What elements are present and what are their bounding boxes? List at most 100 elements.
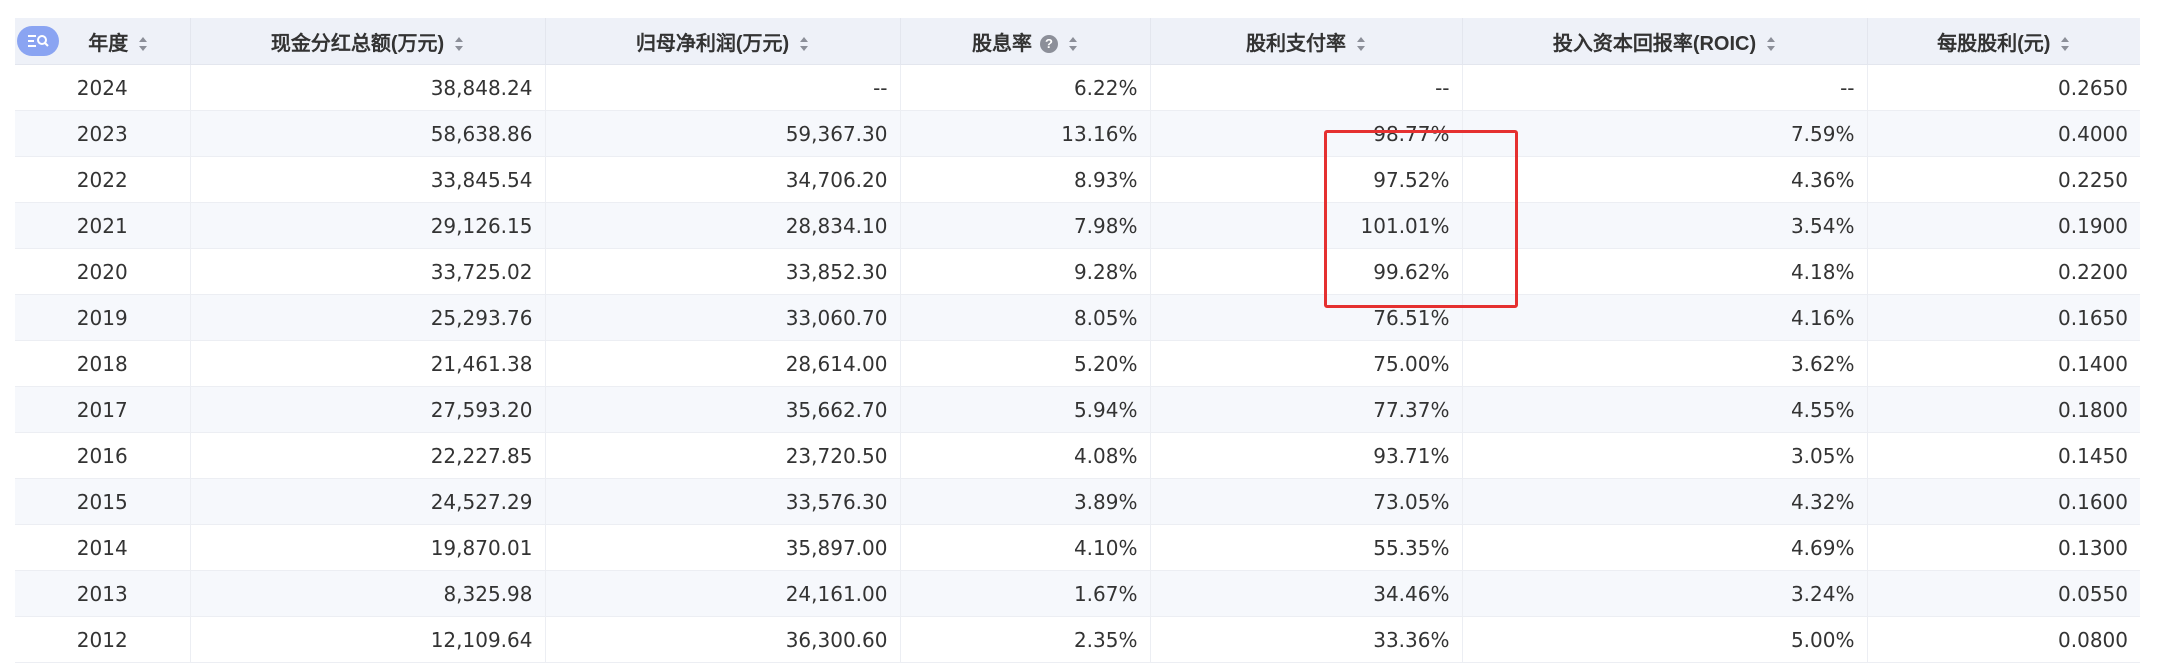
table-cell: 98.77% xyxy=(1150,110,1463,157)
column-header-label: 每股股利(元) xyxy=(1937,32,2051,55)
table-cell: 4.08% xyxy=(900,432,1151,479)
table-cell: 2016 xyxy=(15,432,191,479)
table-cell: 5.00% xyxy=(1462,616,1868,663)
column-header-2[interactable]: 归母净利润(万元) xyxy=(545,18,901,65)
table-cell: 99.62% xyxy=(1150,248,1463,295)
table-cell: 0.2250 xyxy=(1867,156,2140,203)
table-row: 2022 33,845.54 34,706.20 8.93% 97.52% 4.36% 0.… xyxy=(15,156,2140,203)
table-cell: 8.05% xyxy=(900,294,1151,341)
table-cell: 6.22% xyxy=(900,64,1151,111)
table-cell: 33,845.54 xyxy=(190,156,546,203)
table-cell: 4.18% xyxy=(1462,248,1868,295)
column-header-1[interactable]: 现金分红总额(万元) xyxy=(190,18,546,65)
column-header-6[interactable]: 每股股利(元) xyxy=(1867,18,2140,65)
table-cell: 101.01% xyxy=(1150,202,1463,249)
table-row: 2017 27,593.20 35,662.70 5.94% 77.37% 4.55% 0.… xyxy=(15,386,2140,433)
table-cell: 27,593.20 xyxy=(190,386,546,433)
table-cell: 0.1650 xyxy=(1867,294,2140,341)
table-cell: 22,227.85 xyxy=(190,432,546,479)
table-cell: 2021 xyxy=(15,202,191,249)
table-cell: 8,325.98 xyxy=(190,570,546,617)
table-cell: 8.93% xyxy=(900,156,1151,203)
table-cell: 0.1300 xyxy=(1867,524,2140,571)
column-header-3[interactable]: 股息率? xyxy=(900,18,1151,65)
table-cell: 33,852.30 xyxy=(545,248,901,295)
table-cell: 33,725.02 xyxy=(190,248,546,295)
column-header-label: 现金分红总额(万元) xyxy=(270,32,445,55)
dividend-table-container: 年度 现金分红总额(万元) 归母净利润(万元) 股息率? 股利支付率 投入资本回报率(RO… xyxy=(15,18,2140,663)
sort-icon[interactable] xyxy=(2060,36,2070,52)
column-header-4[interactable]: 股利支付率 xyxy=(1150,18,1463,65)
table-cell: 2012 xyxy=(15,616,191,663)
table-cell: 23,720.50 xyxy=(545,432,901,479)
help-icon[interactable]: ? xyxy=(1040,35,1058,54)
table-cell: 2013 xyxy=(15,570,191,617)
table-row: 2016 22,227.85 23,720.50 4.08% 93.71% 3.05% 0.… xyxy=(15,432,2140,479)
table-cell: 5.94% xyxy=(900,386,1151,433)
dividend-table: 年度 现金分红总额(万元) 归母净利润(万元) 股息率? 股利支付率 投入资本回报率(RO… xyxy=(15,18,2140,663)
table-cell: 24,527.29 xyxy=(190,478,546,525)
table-cell: 35,897.00 xyxy=(545,524,901,571)
table-cell: 2023 xyxy=(15,110,191,157)
sort-icon[interactable] xyxy=(454,36,464,52)
column-header-label: 股息率 xyxy=(972,32,1032,55)
table-cell: 0.4000 xyxy=(1867,110,2140,157)
table-row: 2020 33,725.02 33,852.30 9.28% 99.62% 4.18% 0.… xyxy=(15,248,2140,295)
table-cell: 36,300.60 xyxy=(545,616,901,663)
table-cell: 2020 xyxy=(15,248,191,295)
table-cell: 59,367.30 xyxy=(545,110,901,157)
sort-icon[interactable] xyxy=(1356,36,1366,52)
table-cell: 97.52% xyxy=(1150,156,1463,203)
table-cell: 7.59% xyxy=(1462,110,1868,157)
table-cell: 2014 xyxy=(15,524,191,571)
table-cell: 28,614.00 xyxy=(545,340,901,387)
table-cell: 2024 xyxy=(15,64,191,111)
table-row: 2019 25,293.76 33,060.70 8.05% 76.51% 4.16% 0.… xyxy=(15,294,2140,341)
table-row: 2023 58,638.86 59,367.30 13.16% 98.77% 7.59% 0… xyxy=(15,110,2140,157)
table-row: 2014 19,870.01 35,897.00 4.10% 55.35% 4.69% 0.… xyxy=(15,524,2140,571)
sort-icon[interactable] xyxy=(1766,36,1776,52)
table-cell: -- xyxy=(1150,64,1463,111)
column-header-label: 年度 xyxy=(88,32,129,55)
table-cell: 13.16% xyxy=(900,110,1151,157)
table-cell: 5.20% xyxy=(900,340,1151,387)
table-cell: 21,461.38 xyxy=(190,340,546,387)
table-cell: 3.89% xyxy=(900,478,1151,525)
sort-icon[interactable] xyxy=(138,36,148,52)
table-cell: 12,109.64 xyxy=(190,616,546,663)
table-cell: 0.1600 xyxy=(1867,478,2140,525)
table-cell: 25,293.76 xyxy=(190,294,546,341)
table-cell: 3.54% xyxy=(1462,202,1868,249)
table-cell: 4.69% xyxy=(1462,524,1868,571)
table-cell: 4.55% xyxy=(1462,386,1868,433)
table-cell: 75.00% xyxy=(1150,340,1463,387)
table-cell: 9.28% xyxy=(900,248,1151,295)
table-body: 2024 38,848.24 -- 6.22% -- -- 0.2650 2023 58,638… xyxy=(15,64,2140,663)
table-cell: 38,848.24 xyxy=(190,64,546,111)
table-cell: 33,576.30 xyxy=(545,478,901,525)
table-cell: 4.16% xyxy=(1462,294,1868,341)
table-cell: 55.35% xyxy=(1150,524,1463,571)
table-cell: 4.36% xyxy=(1462,156,1868,203)
table-row: 2024 38,848.24 -- 6.22% -- -- 0.2650 xyxy=(15,64,2140,111)
table-cell: 76.51% xyxy=(1150,294,1463,341)
table-cell: 28,834.10 xyxy=(545,202,901,249)
table-cell: 7.98% xyxy=(900,202,1151,249)
table-cell: 3.24% xyxy=(1462,570,1868,617)
sort-icon[interactable] xyxy=(1068,36,1078,52)
table-cell: 3.62% xyxy=(1462,340,1868,387)
table-cell: 0.1800 xyxy=(1867,386,2140,433)
column-header-5[interactable]: 投入资本回报率(ROIC) xyxy=(1462,18,1868,65)
table-cell: 4.10% xyxy=(900,524,1151,571)
table-cell: 0.0800 xyxy=(1867,616,2140,663)
table-cell: 19,870.01 xyxy=(190,524,546,571)
table-header: 年度 现金分红总额(万元) 归母净利润(万元) 股息率? 股利支付率 投入资本回报率(RO… xyxy=(15,18,2140,65)
column-header-label: 投入资本回报率(ROIC) xyxy=(1552,32,1757,55)
column-settings-button[interactable] xyxy=(17,26,59,56)
table-cell: 34,706.20 xyxy=(545,156,901,203)
sort-icon[interactable] xyxy=(799,36,809,52)
table-row: 2015 24,527.29 33,576.30 3.89% 73.05% 4.32% 0.… xyxy=(15,478,2140,525)
table-cell: -- xyxy=(545,64,901,111)
table-cell: 0.1400 xyxy=(1867,340,2140,387)
table-cell: 0.2650 xyxy=(1867,64,2140,111)
